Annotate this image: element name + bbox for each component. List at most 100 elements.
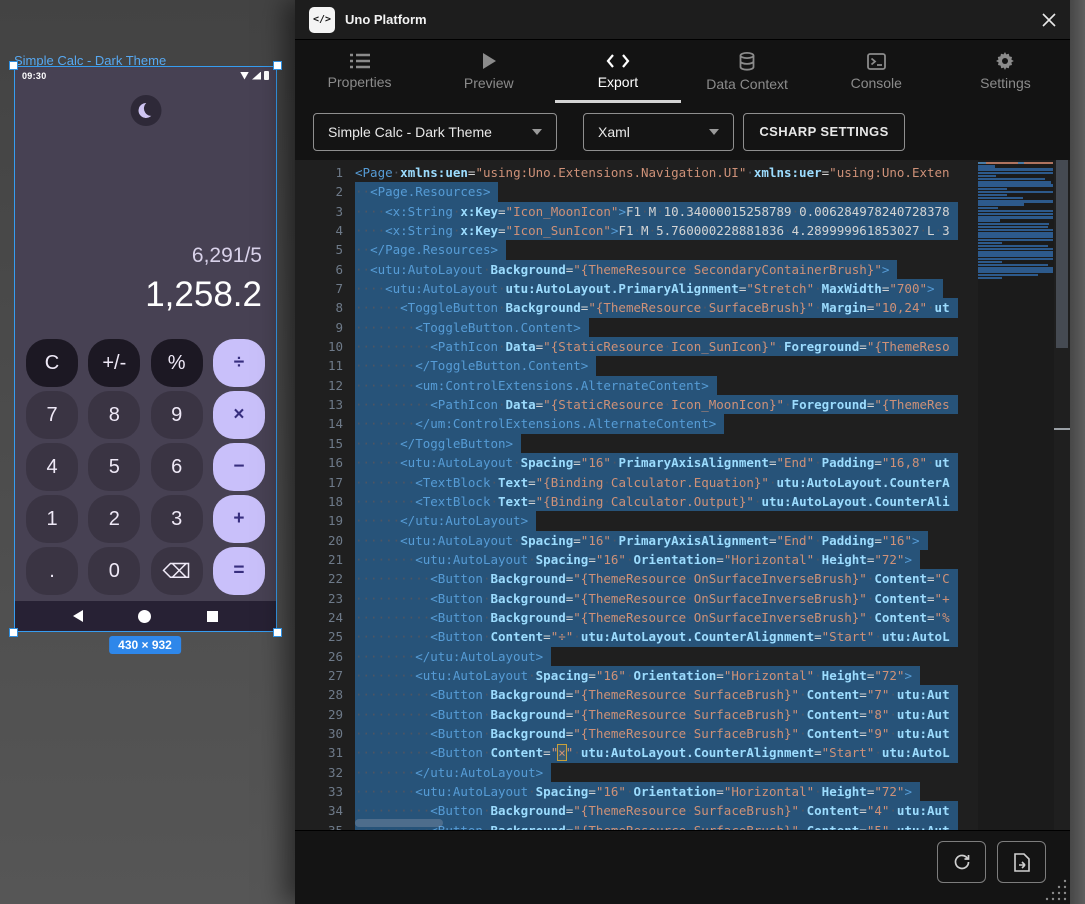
selection-handle-bottom-left[interactable] (9, 628, 18, 637)
tab-label: Settings (980, 75, 1031, 91)
code-line: <Page·xmlns:uen="using:Uno.Extensions.Na… (355, 163, 975, 182)
theme-toggle-button[interactable] (130, 95, 161, 126)
calc-key-÷[interactable]: ÷ (213, 339, 265, 387)
calc-key-6[interactable]: 6 (151, 443, 203, 491)
tab-export[interactable]: Export (553, 40, 682, 103)
phone-status-bar: 09:30 (15, 67, 276, 84)
status-icons (240, 71, 269, 80)
code-line: ······</utu:AutoLayout> (355, 511, 975, 530)
code-line: ··········<Button·Background="{ThemeReso… (355, 589, 975, 608)
editor-vertical-scrollbar[interactable] (1054, 160, 1070, 830)
calc-key-×[interactable]: × (213, 391, 265, 439)
nav-back-icon[interactable] (73, 610, 83, 622)
nav-home-icon[interactable] (138, 610, 151, 623)
calc-key-.[interactable]: . (26, 547, 78, 595)
refresh-button[interactable] (937, 841, 986, 883)
csharp-settings-button[interactable]: CSHARP SETTINGS (743, 113, 905, 151)
design-canvas[interactable]: Simple Calc - Dark Theme 09:30 6,291/5 1… (0, 0, 295, 904)
wifi-icon (240, 72, 249, 80)
phone-artboard[interactable]: 09:30 6,291/5 1,258.2 C+/-%÷789×456−123+… (14, 66, 277, 632)
tab-settings[interactable]: Settings (941, 40, 1070, 103)
calc-key-3[interactable]: 3 (151, 495, 203, 543)
selection-handle-top-right[interactable] (273, 61, 282, 70)
tab-console[interactable]: Console (812, 40, 941, 103)
code-line: ··<Page.Resources> (355, 182, 975, 201)
panel-tabs: Properties Preview Export Data Conte (295, 40, 1070, 103)
calc-key-5[interactable]: 5 (88, 443, 140, 491)
window-scrollbar[interactable] (1070, 0, 1085, 904)
line-number: 19 (295, 511, 343, 530)
properties-list-icon (350, 53, 370, 69)
line-number: 13 (295, 395, 343, 414)
code-line: ········</um:ControlExtensions.Alternate… (355, 414, 975, 433)
resize-grip[interactable] (1044, 878, 1068, 902)
code-line: ··········<PathIcon·Data="{StaticResourc… (355, 337, 975, 356)
line-number: 5 (295, 240, 343, 259)
calc-key-%[interactable]: % (151, 339, 203, 387)
export-toolbar: Simple Calc - Dark Theme Xaml CSHARP SET… (295, 103, 1070, 160)
terminal-icon (867, 53, 886, 70)
tab-properties[interactable]: Properties (295, 40, 424, 103)
code-line: ········<um:ControlExtensions.AlternateC… (355, 376, 975, 395)
format-select[interactable]: Xaml (583, 113, 734, 151)
panel-title: Uno Platform (345, 12, 427, 27)
theme-select-value: Simple Calc - Dark Theme (328, 124, 492, 140)
calc-key-+[interactable]: + (213, 495, 265, 543)
line-number: 17 (295, 473, 343, 492)
line-number: 12 (295, 376, 343, 395)
calc-key-4[interactable]: 4 (26, 443, 78, 491)
nav-recent-icon[interactable] (207, 611, 218, 622)
close-button[interactable] (1038, 9, 1060, 31)
calc-key-9[interactable]: 9 (151, 391, 203, 439)
file-export-icon (1014, 853, 1030, 872)
code-line: ··········<Button·Background="{ThemeReso… (355, 724, 975, 743)
calc-key-1[interactable]: 1 (26, 495, 78, 543)
line-number: 25 (295, 627, 343, 646)
line-number: 27 (295, 666, 343, 685)
code-content[interactable]: <Page·xmlns:uen="using:Uno.Extensions.Na… (355, 163, 975, 830)
scrollbar-marker (1054, 428, 1070, 430)
calc-key-8[interactable]: 8 (88, 391, 140, 439)
code-brackets-icon (606, 53, 630, 69)
uno-logo-icon: </> (309, 7, 335, 33)
keypad-row: 123+ (26, 495, 265, 543)
moon-icon (137, 102, 154, 119)
calculator-equation: 6,291/5 (145, 243, 262, 269)
line-number: 22 (295, 569, 343, 588)
line-number-gutter: 1234567891011121314151617181920212223242… (295, 163, 343, 830)
calc-key-2[interactable]: 2 (88, 495, 140, 543)
selection-handle-top-left[interactable] (9, 61, 18, 70)
tab-preview[interactable]: Preview (424, 40, 553, 103)
calc-key-0[interactable]: 0 (88, 547, 140, 595)
keypad-row: 456− (26, 443, 265, 491)
code-editor[interactable]: 1234567891011121314151617181920212223242… (295, 160, 1070, 830)
panel-bottom-bar (295, 830, 1070, 904)
line-number: 29 (295, 705, 343, 724)
code-line: ··········<Button·Background="{ThemeReso… (355, 685, 975, 704)
line-number: 33 (295, 782, 343, 801)
line-number: 16 (295, 453, 343, 472)
code-line: ····<x:String·x:Key="Icon_SunIcon">F1·M·… (355, 221, 975, 240)
selection-handle-bottom-right[interactable] (273, 628, 282, 637)
theme-select[interactable]: Simple Calc - Dark Theme (313, 113, 557, 151)
minimap-line (978, 277, 1054, 280)
calc-key-⌫[interactable]: ⌫ (151, 547, 203, 595)
line-number: 10 (295, 337, 343, 356)
editor-horizontal-scrollbar[interactable] (355, 818, 975, 828)
export-file-button[interactable] (997, 841, 1046, 883)
horizontal-scrollbar-thumb[interactable] (355, 819, 443, 827)
code-line: ··<utu:AutoLayout·Background="{ThemeReso… (355, 260, 975, 279)
calc-key-C[interactable]: C (26, 339, 78, 387)
calc-key-−[interactable]: − (213, 443, 265, 491)
calc-key-+/-[interactable]: +/- (88, 339, 140, 387)
calc-key-7[interactable]: 7 (26, 391, 78, 439)
calc-key-=[interactable]: = (213, 547, 265, 595)
editor-minimap[interactable] (978, 160, 1054, 830)
gear-icon (996, 52, 1014, 70)
chevron-down-icon (709, 129, 719, 135)
code-line: ··········<Button·Background="{ThemeReso… (355, 608, 975, 627)
code-line: ··········<Button·Content="÷"·utu:AutoLa… (355, 627, 975, 646)
vertical-scrollbar-thumb[interactable] (1056, 160, 1068, 348)
code-line: ········<TextBlock·Text="{Binding·Calcul… (355, 473, 975, 492)
tab-data-context[interactable]: Data Context (683, 40, 812, 103)
